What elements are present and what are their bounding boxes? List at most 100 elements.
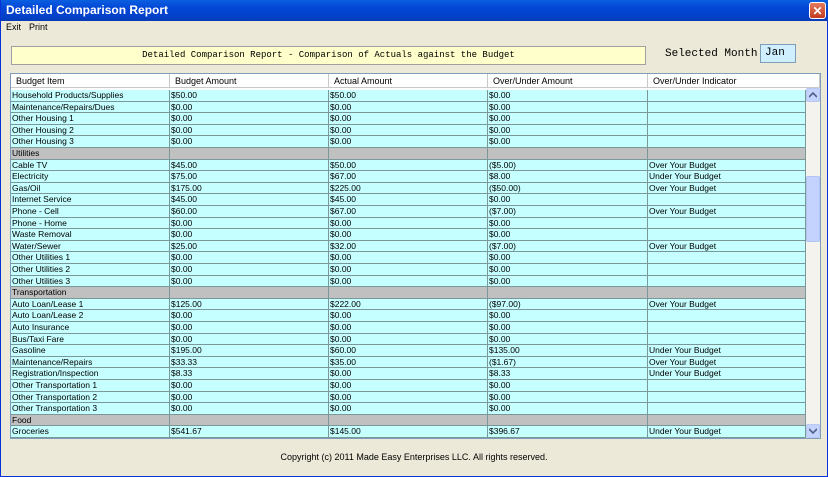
window-title: Detailed Comparison Report <box>6 3 169 17</box>
cell-indicator <box>648 90 806 102</box>
category-row[interactable]: Utilities <box>11 148 806 160</box>
cell-actual-amount: $67.00 <box>329 206 488 218</box>
col-header-budget-amount[interactable]: Budget Amount <box>170 74 329 88</box>
cell-budget-amount: $0.00 <box>170 252 329 264</box>
table-row[interactable]: Other Housing 1 $0.00 $0.00 $0.00 <box>11 113 806 125</box>
cell-budget-item: Cable TV <box>11 159 170 172</box>
table-row[interactable]: Internet Service $45.00 $45.00 $0.00 <box>11 194 806 206</box>
menu-bar: Exit Print <box>1 21 827 35</box>
cell-over-under-amount: $0.00 <box>488 403 648 415</box>
table-row[interactable]: Bus/Taxi Fare $0.00 $0.00 $0.00 <box>11 333 806 346</box>
table-row[interactable]: Auto Loan/Lease 2 $0.00 $0.00 $0.00 <box>11 310 806 322</box>
table-row[interactable]: Electricity $75.00 $67.00 $8.00 Under Your B… <box>11 171 806 183</box>
category-row[interactable]: Food <box>11 414 806 427</box>
cell-budget-amount: $0.00 <box>170 101 329 114</box>
col-header-budget-item[interactable]: Budget Item <box>11 74 170 88</box>
cell-actual-amount: $0.00 <box>329 333 488 346</box>
cell-indicator <box>648 148 806 160</box>
cell-indicator <box>648 391 806 404</box>
cell-budget-amount: $0.00 <box>170 322 329 334</box>
cell-budget-item: Auto Loan/Lease 2 <box>11 310 170 322</box>
category-label: Food <box>11 414 170 427</box>
grid-header: Budget Item Budget Amount Actual Amount … <box>11 74 820 88</box>
table-row[interactable]: Other Transportation 2 $0.00 $0.00 $0.00 <box>11 391 806 404</box>
table-row[interactable]: Cable TV $45.00 $50.00 ($5.00) Over Your Bud… <box>11 159 806 172</box>
cell-budget-item: Other Transportation 3 <box>11 403 170 415</box>
col-header-over-under-amount[interactable]: Over/Under Amount <box>488 74 648 88</box>
cell-indicator <box>648 322 806 334</box>
cell-actual-amount: $0.00 <box>329 136 488 148</box>
vertical-scrollbar[interactable] <box>806 88 820 438</box>
cell-indicator <box>648 414 806 427</box>
table-row[interactable]: Auto Loan/Lease 1 $125.00 $222.00 ($97.00) O… <box>11 298 806 311</box>
cell-indicator: Over Your Budget <box>648 182 806 195</box>
scroll-up-icon[interactable] <box>806 88 820 102</box>
table-row[interactable]: Waste Removal $0.00 $0.00 $0.00 <box>11 229 806 241</box>
cell-actual-amount: $60.00 <box>329 345 488 357</box>
cell-budget-item: Household Products/Supplies <box>11 90 170 102</box>
cell-budget-amount <box>170 148 329 160</box>
close-icon[interactable]: ✕ <box>809 2 826 19</box>
cell-over-under-amount: ($97.00) <box>488 298 648 311</box>
cell-budget-amount: $75.00 <box>170 171 329 183</box>
table-row[interactable]: Groceries $541.67 $145.00 $396.67 Under Your… <box>11 426 806 438</box>
table-row[interactable]: Other Utilities 3 $0.00 $0.00 $0.00 <box>11 275 806 288</box>
table-row[interactable]: Water/Sewer $25.00 $32.00 ($7.00) Over Your … <box>11 240 806 253</box>
cell-indicator <box>648 252 806 264</box>
cell-budget-amount: $0.00 <box>170 264 329 276</box>
table-row[interactable]: Gas/Oil $175.00 $225.00 ($50.00) Over Your B… <box>11 182 806 195</box>
cell-budget-amount: $0.00 <box>170 113 329 125</box>
category-row[interactable]: Transportation <box>11 287 806 299</box>
cell-indicator <box>648 310 806 322</box>
cell-budget-amount: $50.00 <box>170 90 329 102</box>
table-row[interactable]: Gasoline $195.00 $60.00 $135.00 Under Your B… <box>11 345 806 357</box>
table-row[interactable]: Phone - Cell $60.00 $67.00 ($7.00) Over Your… <box>11 206 806 218</box>
cell-indicator <box>648 380 806 392</box>
col-header-actual-amount[interactable]: Actual Amount <box>329 74 488 88</box>
copyright-footer: Copyright (c) 2011 Made Easy Enterprises… <box>280 452 548 462</box>
cell-budget-amount: $45.00 <box>170 159 329 172</box>
table-row[interactable]: Maintenance/Repairs/Dues $0.00 $0.00 $0.00 <box>11 101 806 114</box>
table-row[interactable]: Registration/Inspection $8.33 $0.00 $8.33 Un… <box>11 368 806 380</box>
table-row[interactable]: Phone - Home $0.00 $0.00 $0.00 <box>11 217 806 230</box>
table-row[interactable]: Other Housing 3 $0.00 $0.00 $0.00 <box>11 136 806 148</box>
scroll-thumb[interactable] <box>806 176 820 242</box>
title-bar[interactable]: Detailed Comparison Report ✕ <box>1 0 828 21</box>
cell-budget-amount: $0.00 <box>170 229 329 241</box>
menu-print[interactable]: Print <box>29 22 48 32</box>
cell-indicator <box>648 124 806 137</box>
selected-month-label: Selected Month: <box>665 48 765 60</box>
cell-budget-amount <box>170 287 329 299</box>
table-row[interactable]: Other Utilities 2 $0.00 $0.00 $0.00 <box>11 264 806 276</box>
cell-indicator: Over Your Budget <box>648 240 806 253</box>
table-row[interactable]: Auto Insurance $0.00 $0.00 $0.00 <box>11 322 806 334</box>
cell-budget-amount: $0.00 <box>170 403 329 415</box>
cell-budget-amount: $0.00 <box>170 380 329 392</box>
cell-over-under-amount: $0.00 <box>488 113 648 125</box>
menu-exit[interactable]: Exit <box>6 22 21 32</box>
cell-budget-item: Groceries <box>11 426 170 438</box>
table-row[interactable]: Household Products/Supplies $50.00 $50.00 $… <box>11 90 806 102</box>
cell-indicator <box>648 275 806 288</box>
selected-month-field[interactable]: Jan <box>760 44 796 63</box>
table-row[interactable]: Other Housing 2 $0.00 $0.00 $0.00 <box>11 124 806 137</box>
col-header-indicator[interactable]: Over/Under Indicator <box>648 74 820 88</box>
cell-over-under-amount: ($7.00) <box>488 240 648 253</box>
cell-actual-amount: $0.00 <box>329 368 488 380</box>
cell-actual-amount: $145.00 <box>329 426 488 438</box>
cell-actual-amount: $0.00 <box>329 391 488 404</box>
table-row[interactable]: Other Transportation 3 $0.00 $0.00 $0.00 <box>11 403 806 415</box>
cell-actual-amount: $225.00 <box>329 182 488 195</box>
cell-actual-amount <box>329 148 488 160</box>
table-row[interactable]: Other Transportation 1 $0.00 $0.00 $0.00 <box>11 380 806 392</box>
table-row[interactable]: Maintenance/Repairs $33.33 $35.00 ($1.67) Ov… <box>11 356 806 369</box>
category-label: Utilities <box>11 148 170 160</box>
cell-budget-item: Other Transportation 2 <box>11 391 170 404</box>
table-row[interactable]: Other Utilities 1 $0.00 $0.00 $0.00 <box>11 252 806 264</box>
scroll-down-icon[interactable] <box>806 424 820 438</box>
cell-budget-item: Bus/Taxi Fare <box>11 333 170 346</box>
cell-budget-item: Other Utilities 2 <box>11 264 170 276</box>
cell-budget-amount: $0.00 <box>170 136 329 148</box>
cell-indicator <box>648 333 806 346</box>
cell-indicator: Over Your Budget <box>648 298 806 311</box>
